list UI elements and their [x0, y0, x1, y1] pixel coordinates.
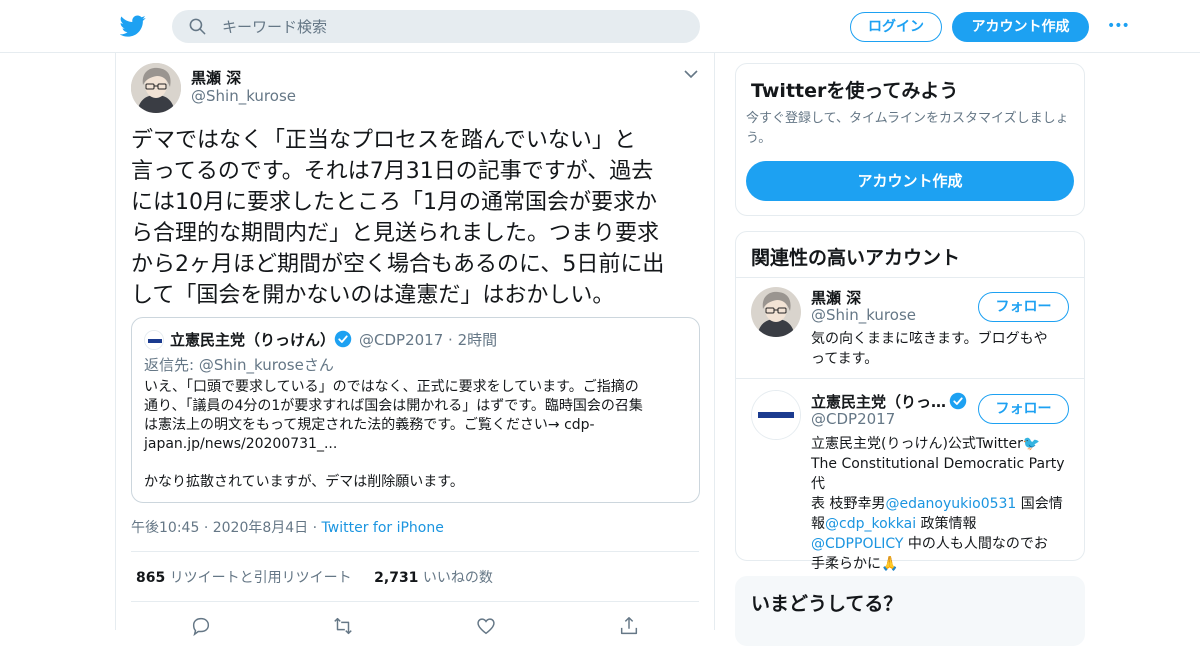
share-icon[interactable] [618, 615, 640, 637]
like-stats[interactable]: 2,731 いいねの数 [374, 570, 493, 586]
signup-card-title: Twitterを使ってみよう [751, 80, 959, 102]
tweet-text-line: 言ってるのです。それは7月31日の記事ですが、過去 [131, 159, 654, 184]
tweet-text-line: から2ヶ月ほど期間が空く場合もあるのに、5日前に出 [131, 252, 665, 277]
tweet-timestamp: 午後10:45 · 2020年8月4日 · Twitter for iPhone [131, 517, 444, 537]
quoted-tweet-text: いえ、「口頭で要求している」のではなく、正式に要求をしています。ご指摘の 通り、… [144, 378, 689, 492]
anime-avatar-icon [131, 63, 181, 113]
bio-line: 立憲民主党(りっけん)公式Twitter🐦 [811, 436, 1041, 452]
tweet-time[interactable]: 午後10:45 [131, 520, 199, 536]
bio-line: @CDPPOLICY 中の人も人間なのでお [811, 534, 1076, 554]
related-account-bio: 立憲民主党(りっけん)公式Twitter🐦 The Constitutional… [811, 434, 1076, 574]
chevron-down-icon[interactable] [684, 69, 698, 79]
retweet-count-label: リツイートと引用リツイート [169, 570, 352, 586]
bio-text: 政策情報 [916, 516, 977, 532]
cdp-logo-icon [752, 391, 800, 439]
tweet-source-link[interactable]: Twitter for iPhone [322, 520, 444, 536]
reply-to-line: 返信先: @Shin_kuroseさん [144, 354, 334, 375]
bio-line: ってます。 [811, 351, 879, 367]
related-account-handle[interactable]: @Shin_kurose [811, 306, 916, 324]
twitter-bird-logo-icon[interactable] [120, 13, 146, 39]
quoted-text-line: 通り、「議員の4分の1が要求すれば国会は開かれる」はずです。臨時国会の召集 [144, 398, 643, 414]
verified-badge-icon [334, 330, 352, 348]
tweet-text-line: ら合理的な期間内だ」と見送られました。つまり要求 [131, 221, 660, 246]
bio-text: 報 [811, 516, 825, 532]
related-account-name[interactable]: 立憲民主党（りっ… [811, 391, 946, 412]
tweet-text: デマではなく「正当なプロセスを踏んでいない」と 言ってるのです。それは7月31日… [131, 125, 706, 311]
retweet-count: 865 [136, 570, 166, 586]
related-account-handle[interactable]: @CDP2017 [811, 410, 895, 428]
retweet-icon[interactable] [332, 615, 354, 637]
quoted-author-name: 立憲民主党（りっけん） [170, 331, 336, 349]
author-display-name[interactable]: 黒瀬 深 [191, 67, 241, 88]
meta-separator: · [312, 520, 322, 536]
author-avatar[interactable] [131, 63, 181, 113]
follow-button[interactable]: フォロー [978, 292, 1069, 322]
tweet-detail: 黒瀬 深 @Shin_kurose デマではなく「正当なプロセスを踏んでいない」… [115, 53, 715, 637]
like-count-label: いいねの数 [422, 570, 493, 586]
retweet-stats[interactable]: 865 リツイートと引用リツイート [136, 570, 356, 586]
bio-line: 気の向くままに呟きます。ブログもや [811, 331, 1048, 347]
related-account-name[interactable]: 黒瀬 深 [811, 287, 861, 308]
tweet-text-line: デマではなく「正当なプロセスを踏んでいない」と [131, 128, 636, 153]
signup-card-description: 今すぐ登録して、タイムラインをカスタマイズしましょう。 [746, 111, 1069, 146]
divider [131, 551, 699, 552]
author-handle[interactable]: @Shin_kurose [191, 87, 296, 105]
reply-to-prefix: 返信先: [144, 356, 195, 374]
quoted-text-line: japan.jp/news/20200731_... [144, 436, 338, 452]
meta-separator: · [203, 520, 213, 536]
search-input[interactable] [222, 10, 682, 43]
tweet-stats: 865 リツイートと引用リツイート 2,731 いいねの数 [136, 567, 511, 587]
bio-text: 国会情 [1016, 496, 1063, 512]
like-heart-icon[interactable] [475, 615, 497, 637]
follow-button[interactable]: フォロー [978, 394, 1069, 424]
tweet-date[interactable]: 2020年8月4日 [213, 520, 308, 536]
quoted-tweet-card[interactable]: 立憲民主党（りっけん） @CDP2017 · 2時間 返信先: @Shin_ku… [131, 317, 700, 503]
divider [736, 378, 1084, 379]
quoted-text-line: かなり拡散されていますが、デマは削除願います。 [144, 474, 464, 490]
related-account-avatar[interactable] [751, 390, 801, 440]
quoted-time: · 2時間 [448, 331, 498, 349]
anime-avatar-icon [751, 287, 801, 337]
related-accounts-card: 関連性の高いアカウント 黒瀬 深 @Shin_kurose フォロー 気の向くま… [735, 231, 1085, 572]
divider [131, 601, 699, 602]
reply-to-handle: @Shin_kuroseさん [198, 356, 334, 374]
search-icon [189, 18, 206, 35]
trends-card: いまどうしてる？ [735, 576, 1085, 646]
search-bar [172, 10, 700, 43]
login-button[interactable]: ログイン [850, 12, 942, 42]
cdp-logo-icon [145, 331, 163, 349]
bio-line: The Constitutional Democratic Party 代 [811, 456, 1065, 492]
top-navigation-bar: ログイン アカウント作成 ••• [0, 0, 1200, 53]
bio-mention-link[interactable]: @edanoyukio0531 [885, 496, 1016, 512]
tweet-text-line: して「国会を開かないのは違憲だ」はおかしい。 [131, 283, 615, 308]
divider [736, 277, 1084, 278]
bio-text: 中の人も人間なのでお [903, 536, 1048, 552]
signup-card-button[interactable]: アカウント作成 [746, 161, 1074, 201]
tweet-text-line: には10月に要求したところ「1月の通常国会が要求か [131, 190, 657, 215]
bio-mention-link[interactable]: @CDPPOLICY [811, 536, 903, 552]
quoted-handle-text: @CDP2017 [359, 331, 444, 349]
bio-text: 表 枝野幸男 [811, 496, 886, 512]
trends-title: いまどうしてる？ [751, 593, 903, 615]
related-account-bio: 気の向くままに呟きます。ブログもや ってます。 [811, 329, 1076, 369]
signup-prompt-card: Twitterを使ってみよう 今すぐ登録して、タイムラインをカスタマイズしましょ… [735, 63, 1085, 216]
bio-line: 表 枝野幸男@edanoyukio0531 国会情 [811, 494, 1076, 514]
verified-badge-icon [949, 392, 967, 410]
more-options-icon[interactable]: ••• [1107, 17, 1131, 35]
quoted-text-line [144, 454, 689, 473]
quoted-author-handle: @CDP2017 · 2時間 [359, 329, 497, 350]
bio-mention-link[interactable]: @cdp_kokkai [825, 516, 916, 532]
reply-icon[interactable] [190, 615, 212, 637]
quoted-author-avatar [144, 330, 164, 350]
quoted-text-line: いえ、「口頭で要求している」のではなく、正式に要求をしています。ご指摘の [144, 379, 639, 395]
quoted-text-line: は憲法上の明文をもって規定された法的義務です。ご覧ください→ cdp- [144, 417, 595, 433]
related-accounts-title: 関連性の高いアカウント [751, 247, 961, 269]
bio-line: 手柔らかに🙏 [811, 556, 899, 572]
related-account-avatar[interactable] [751, 287, 801, 337]
like-count: 2,731 [374, 570, 419, 586]
bio-line: 報@cdp_kokkai 政策情報 [811, 514, 1076, 534]
signup-button[interactable]: アカウント作成 [952, 12, 1089, 42]
